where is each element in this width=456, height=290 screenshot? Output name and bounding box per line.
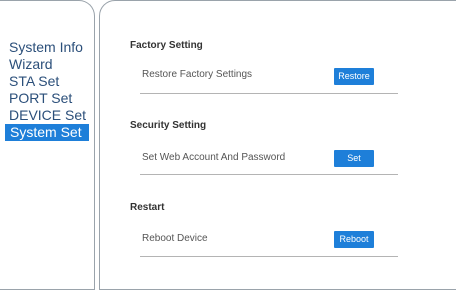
factory-divider: [140, 93, 398, 94]
security-setting-title: Security Setting: [130, 120, 207, 131]
restart-divider: [140, 256, 398, 257]
set-button[interactable]: Set: [334, 150, 374, 167]
factory-setting-title: Factory Setting: [130, 40, 203, 51]
reboot-device-label: Reboot Device: [142, 233, 208, 244]
restore-button[interactable]: Restore: [334, 68, 374, 85]
sidebar-item-sta-set[interactable]: STA Set: [9, 73, 91, 90]
reboot-button[interactable]: Reboot: [334, 231, 374, 248]
sidebar-item-wizard[interactable]: Wizard: [9, 56, 91, 73]
web-account-label: Set Web Account And Password: [142, 152, 286, 163]
sidebar-item-device-set[interactable]: DEVICE Set: [9, 107, 91, 124]
security-divider: [140, 174, 398, 175]
sidebar-item-system-info[interactable]: System Info: [9, 39, 91, 56]
restart-title: Restart: [130, 202, 165, 213]
sidebar-item-port-set[interactable]: PORT Set: [9, 90, 91, 107]
sidebar-item-system-set[interactable]: System Set: [5, 124, 89, 141]
restore-factory-label: Restore Factory Settings: [142, 69, 253, 80]
